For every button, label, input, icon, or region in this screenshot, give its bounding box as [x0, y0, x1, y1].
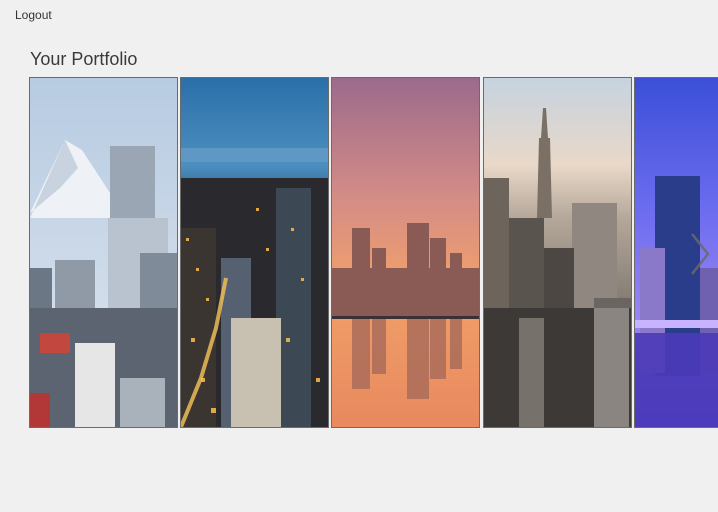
portfolio-card-4[interactable]: [483, 77, 632, 428]
page-title: Your Portfolio: [30, 49, 138, 69]
city-image-1: [30, 78, 177, 427]
portfolio-carousel[interactable]: [29, 77, 718, 428]
portfolio-card-3[interactable]: [331, 77, 480, 428]
chevron-right-icon: [691, 233, 710, 275]
portfolio-card-1[interactable]: [29, 77, 178, 428]
city-image-2: [181, 78, 328, 427]
logout-link[interactable]: Logout: [15, 8, 52, 22]
next-button[interactable]: [686, 228, 712, 280]
city-image-4: [484, 78, 631, 427]
city-image-3: [332, 78, 479, 427]
portfolio-card-2[interactable]: [180, 77, 329, 428]
